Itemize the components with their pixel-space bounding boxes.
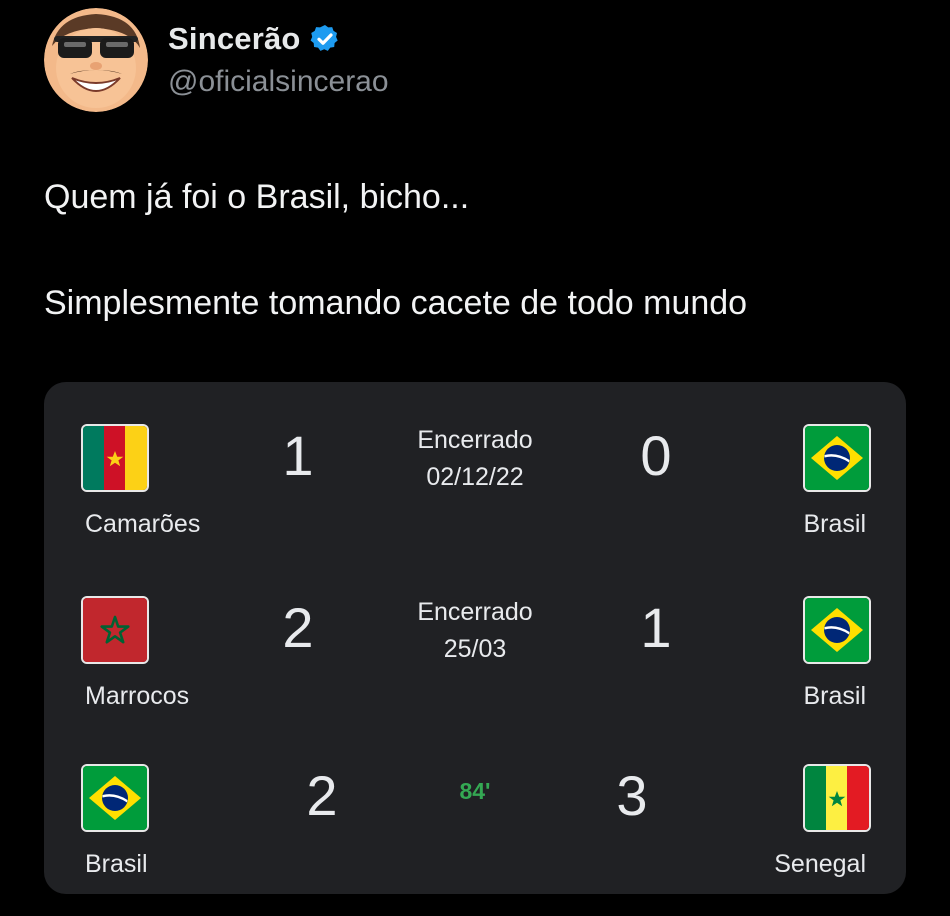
brazil-flag-icon	[805, 426, 869, 490]
display-name[interactable]: Sincerão	[168, 21, 301, 57]
away-team-name: Senegal	[774, 850, 866, 878]
match-status: Encerrado 02/12/22	[374, 422, 576, 496]
away-team-name: Brasil	[803, 682, 866, 710]
post-header: Sincerão @oficialsincerao	[44, 8, 389, 112]
cartoon-face-icon	[44, 8, 148, 112]
match-date: 02/12/22	[426, 463, 524, 491]
post-text-line-1: Quem já foi o Brasil, bicho...	[44, 178, 470, 216]
senegal-flag-icon	[805, 766, 869, 830]
morocco-flag-icon	[83, 598, 147, 662]
avatar[interactable]	[44, 8, 148, 112]
away-team-name: Brasil	[803, 510, 866, 538]
author-names: Sincerão @oficialsincerao	[168, 21, 389, 99]
brazil-flag-icon	[83, 766, 147, 830]
match-date: 25/03	[443, 635, 507, 663]
cameroon-flag-icon	[83, 426, 147, 490]
away-score: 1	[640, 596, 672, 659]
live-minute: 84'	[459, 778, 491, 804]
home-team-name: Marrocos	[85, 682, 190, 710]
home-score: 1	[282, 424, 314, 487]
match-row: Camarões 1 Encerrado 02/12/22 0 Brasil	[44, 418, 906, 558]
home-team-name: Brasil	[85, 850, 148, 878]
home-score: 2	[306, 764, 338, 827]
verified-badge-icon	[309, 23, 341, 55]
post-text-line-2: Simplesmente tomando cacete de todo mund…	[44, 284, 748, 322]
status-label: Encerrado	[417, 426, 533, 454]
home-score: 2	[282, 596, 314, 659]
match-row: Brasil 2 84' 3 Senegal	[44, 758, 906, 898]
status-label: Encerrado	[417, 598, 533, 626]
away-score: 0	[640, 424, 672, 487]
home-team-name: Camarões	[85, 510, 201, 538]
author-handle[interactable]: @oficialsincerao	[168, 65, 389, 99]
match-row: Marrocos 2 Encerrado 25/03 1 Brasil	[44, 590, 906, 730]
away-score: 3	[616, 764, 648, 827]
scores-card-image[interactable]: Camarões 1 Encerrado 02/12/22 0 Brasil M…	[44, 382, 906, 894]
brazil-flag-icon	[805, 598, 869, 662]
match-status: Encerrado 25/03	[374, 594, 576, 668]
display-name-row: Sincerão	[168, 21, 389, 57]
